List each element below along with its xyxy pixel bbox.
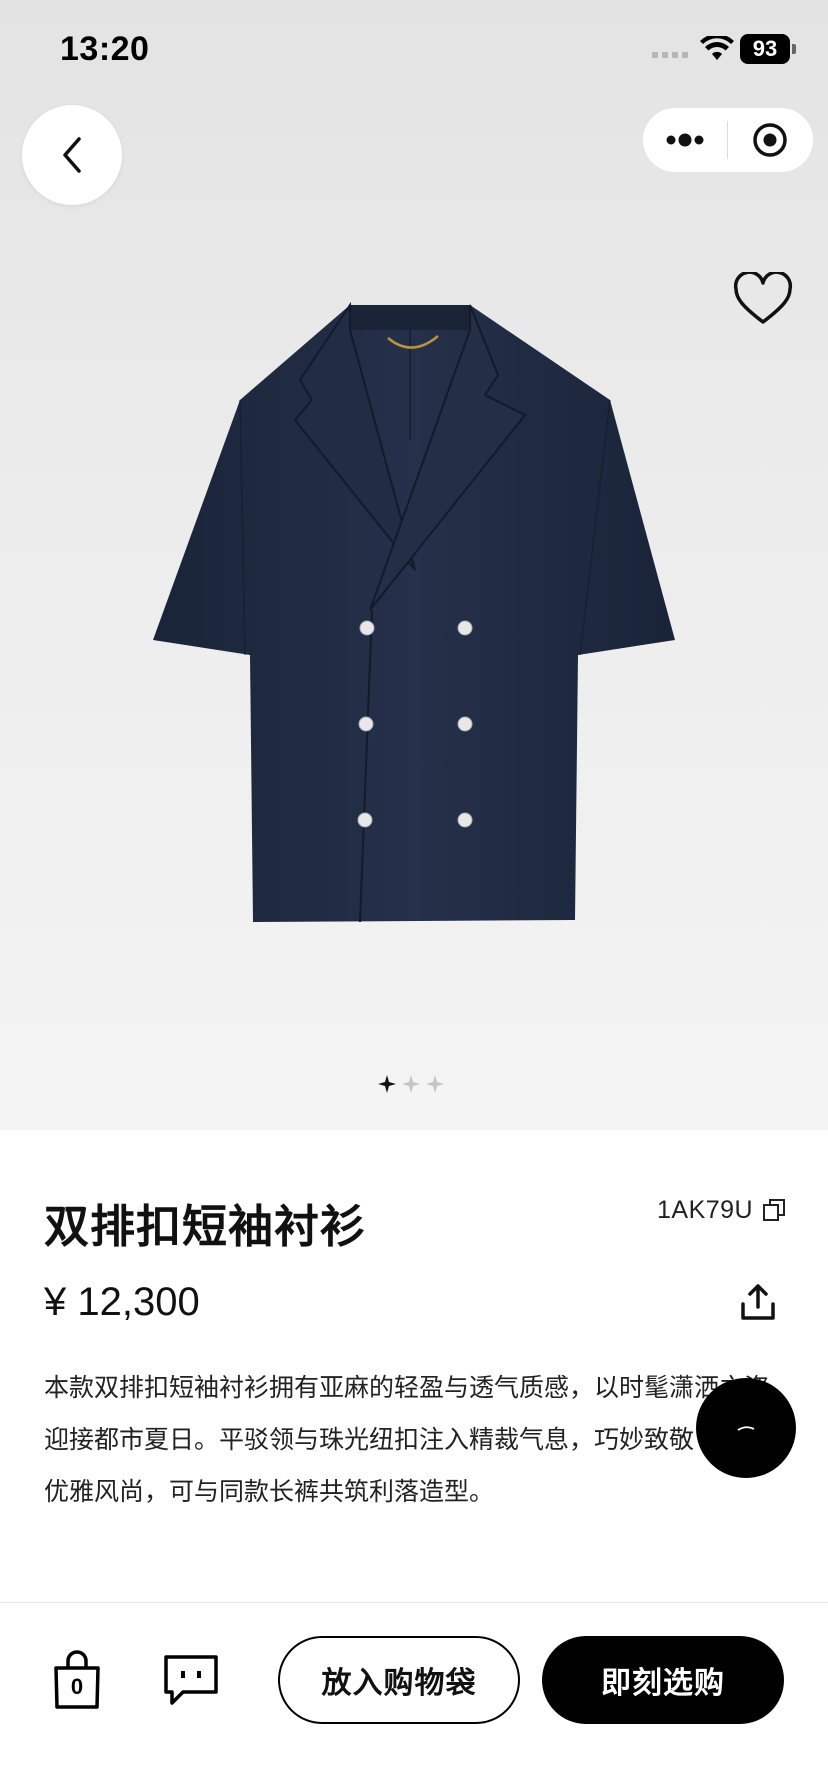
shopping-bag-button[interactable]: 0: [52, 1650, 102, 1710]
product-sku: 1AK79U: [657, 1196, 754, 1224]
wifi-icon: [700, 36, 734, 60]
copy-icon[interactable]: [762, 1198, 786, 1222]
signal-icon: [652, 52, 688, 58]
heart-icon[interactable]: [732, 272, 794, 328]
close-mini-program-button[interactable]: [728, 108, 812, 172]
carousel-dot[interactable]: [402, 1075, 420, 1093]
record-target-icon: [753, 123, 787, 157]
buy-now-button[interactable]: 即刻选购: [542, 1636, 784, 1724]
product-price: ¥ 12,300: [44, 1280, 200, 1324]
product-image[interactable]: [150, 300, 680, 930]
carousel-dot-active[interactable]: [378, 1075, 396, 1093]
chat-icon[interactable]: [163, 1654, 219, 1706]
product-title: 双排扣短袖衬衫: [44, 1201, 367, 1252]
product-description: 本款双排扣短袖衬衫拥有亚麻的轻盈与透气质感，以时髦潇洒之姿迎接都市夏日。平驳领与…: [44, 1374, 776, 1506]
battery-tip: [792, 44, 796, 54]
status-time: 13:20: [60, 30, 150, 68]
carousel-dot[interactable]: [426, 1075, 444, 1093]
battery-indicator: 93: [740, 34, 790, 64]
image-carousel-indicator: [378, 1075, 444, 1093]
bag-count-badge: 0: [70, 1674, 84, 1699]
more-dots-icon: [666, 133, 704, 147]
more-button[interactable]: [643, 108, 727, 172]
back-button[interactable]: [22, 105, 122, 205]
back-chevron-icon: [63, 137, 81, 173]
add-to-bag-button[interactable]: 放入购物袋: [278, 1636, 520, 1724]
status-bar: 13:20 93: [0, 0, 828, 100]
product-hero: 13:20 93: [0, 0, 828, 1130]
floating-button-icon: [737, 1426, 755, 1431]
mini-program-capsule: [643, 108, 813, 172]
share-icon[interactable]: [738, 1282, 778, 1322]
bottom-bar-divider: [0, 1602, 828, 1603]
floating-action-button[interactable]: [696, 1378, 796, 1478]
